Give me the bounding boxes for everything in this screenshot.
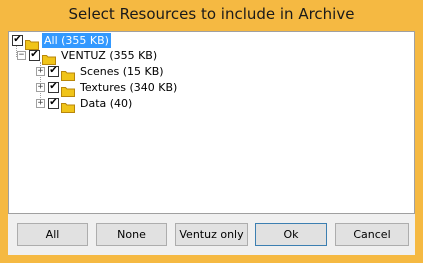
all-button[interactable]: All bbox=[17, 223, 88, 246]
tree-label-data: Data (40) bbox=[80, 96, 133, 110]
dialog-window: Select Resources to include in Archive ✔… bbox=[0, 0, 423, 263]
folder-icon bbox=[61, 98, 75, 113]
title-bar[interactable]: Select Resources to include in Archive bbox=[0, 0, 423, 31]
checkbox-data[interactable]: ✔ bbox=[48, 97, 59, 109]
collapse-icon[interactable]: − bbox=[17, 50, 26, 60]
tree-label-textures: Textures (340 KB) bbox=[80, 80, 178, 94]
folder-icon bbox=[25, 35, 39, 50]
checkbox-textures[interactable]: ✔ bbox=[48, 81, 59, 93]
tree-node-ventuz[interactable]: − ✔ VENTUZ (355 KB) bbox=[17, 47, 159, 65]
tree-label-all: All (355 KB) bbox=[42, 32, 111, 48]
tree-node-textures[interactable]: + ✔ Textures (340 KB) bbox=[36, 79, 179, 97]
expand-icon[interactable]: + bbox=[36, 66, 45, 76]
ventuz-only-button[interactable]: Ventuz only bbox=[175, 223, 248, 246]
expand-icon[interactable]: + bbox=[36, 98, 45, 108]
tree-label-ventuz: VENTUZ (355 KB) bbox=[61, 48, 158, 62]
checkbox-all[interactable]: ✔ bbox=[12, 34, 23, 46]
button-panel: All None Ventuz only Ok Cancel bbox=[8, 214, 415, 255]
folder-icon bbox=[61, 66, 75, 81]
tree-label-scenes: Scenes (15 KB) bbox=[80, 64, 164, 78]
checkbox-ventuz[interactable]: ✔ bbox=[29, 49, 40, 61]
none-button[interactable]: None bbox=[96, 223, 167, 246]
ok-button[interactable]: Ok bbox=[255, 223, 327, 246]
expand-icon[interactable]: + bbox=[36, 82, 45, 92]
folder-icon bbox=[42, 50, 56, 65]
tree-node-all[interactable]: ✔ All (355 KB) bbox=[12, 32, 111, 50]
folder-icon bbox=[61, 82, 75, 97]
checkbox-scenes[interactable]: ✔ bbox=[48, 65, 59, 77]
cancel-button[interactable]: Cancel bbox=[335, 223, 409, 246]
tree-node-data[interactable]: + ✔ Data (40) bbox=[36, 95, 134, 113]
window-title: Select Resources to include in Archive bbox=[68, 5, 355, 23]
resource-tree[interactable]: ✔ All (355 KB) − ✔ VENTUZ (355 KB) + ✔ S… bbox=[8, 31, 415, 214]
tree-node-scenes[interactable]: + ✔ Scenes (15 KB) bbox=[36, 63, 166, 81]
